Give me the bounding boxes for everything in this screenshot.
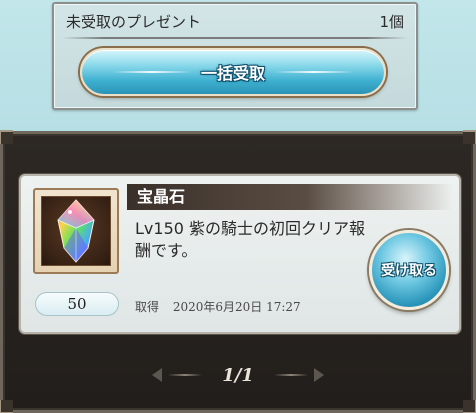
pager-ornament [273, 374, 308, 376]
bulk-receive-button[interactable]: 一括受取 [80, 48, 386, 96]
present-card: 宝晶石 Lv150 紫の騎士の初回クリア報酬です。 50 取得 2020年6月2… [19, 174, 461, 334]
unreceived-panel: 未受取のプレゼント 1個 一括受取 [52, 2, 418, 110]
bulk-receive-label: 一括受取 [200, 64, 265, 83]
next-page-arrow-icon[interactable] [313, 368, 324, 382]
item-name-bar: 宝晶石 [127, 184, 453, 210]
panel-corner-ornament [463, 400, 476, 413]
crystal-icon-graphic [57, 199, 95, 263]
divider [62, 37, 408, 39]
pager-ornament [168, 374, 203, 376]
panel-corner-ornament [463, 130, 476, 144]
item-icon-frame [33, 188, 119, 274]
receive-button[interactable]: 受け取る [369, 230, 449, 310]
item-quantity-value: 50 [67, 295, 87, 313]
unreceived-count: 1個 [379, 13, 404, 31]
unreceived-label: 未受取のプレゼント [66, 13, 202, 31]
page-indicator: 1/1 [222, 364, 254, 386]
acquired-date: 2020年6月20日 17:27 [172, 300, 301, 314]
crystal-icon [41, 196, 111, 266]
acquired-label: 取得 [135, 300, 160, 314]
panel-corner-ornament [0, 130, 13, 144]
item-quantity: 50 [35, 292, 119, 316]
item-name: 宝晶石 [137, 187, 186, 206]
panel-corner-ornament [0, 400, 13, 413]
present-list-panel: 宝晶石 Lv150 紫の騎士の初回クリア報酬です。 50 取得 2020年6月2… [0, 130, 476, 413]
button-ornament [274, 71, 354, 73]
button-ornament [112, 71, 192, 73]
prev-page-arrow-icon[interactable] [152, 368, 163, 382]
acquired-info: 取得 2020年6月20日 17:27 [135, 298, 301, 315]
receive-button-label: 受け取る [381, 263, 437, 279]
item-description: Lv150 紫の騎士の初回クリア報酬です。 [135, 219, 366, 260]
pagination: 1/1 [3, 360, 473, 390]
